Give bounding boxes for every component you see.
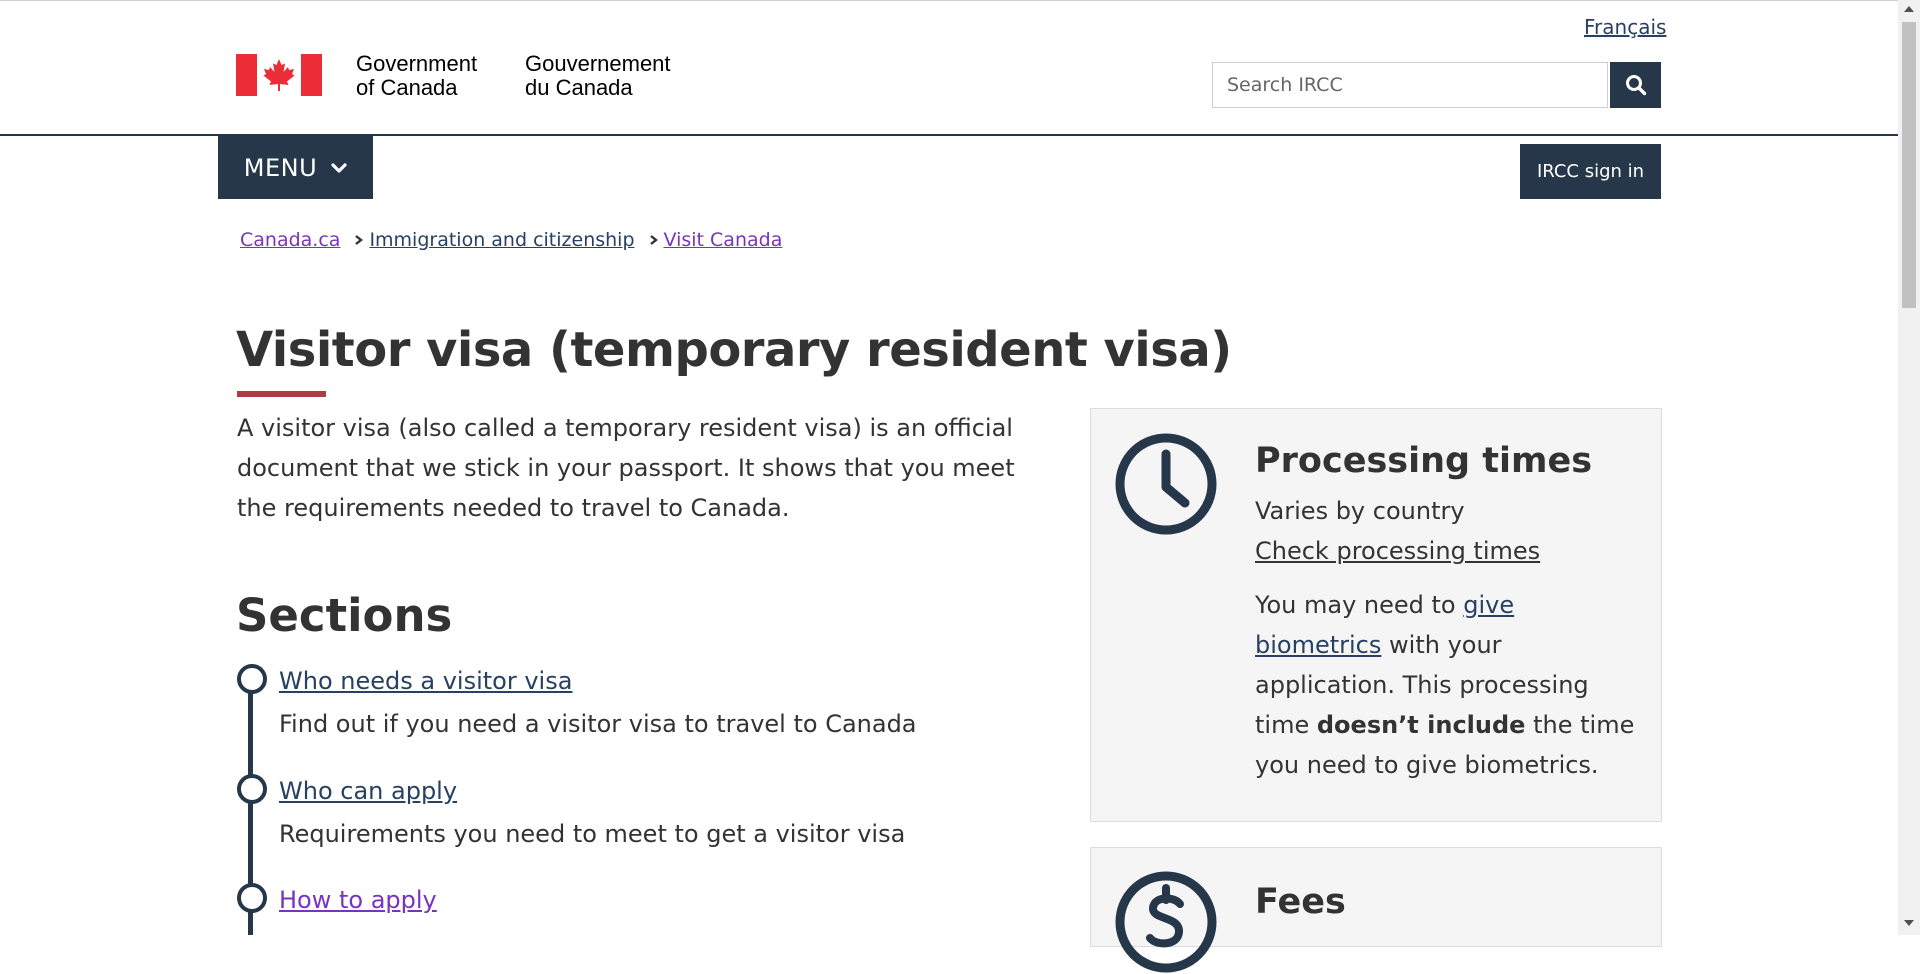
page-title: Visitor visa (temporary resident visa) bbox=[236, 322, 1232, 378]
section-link-how-to-apply[interactable]: How to apply bbox=[279, 886, 437, 914]
check-processing-times-link[interactable]: Check processing times bbox=[1255, 531, 1540, 571]
chevron-down-icon bbox=[331, 162, 347, 173]
scroll-up-arrow-icon[interactable] bbox=[1904, 6, 1914, 12]
signature-fr-line2: du Canada bbox=[525, 75, 633, 100]
timeline-node-icon bbox=[237, 883, 267, 913]
signature-fr-line1: Gouvernement bbox=[525, 51, 671, 76]
search-icon bbox=[1625, 75, 1646, 96]
signature-en-line1: Government bbox=[356, 51, 478, 76]
scrollbar-thumb[interactable] bbox=[1902, 22, 1916, 308]
ircc-sign-in-button[interactable]: IRCC sign in bbox=[1520, 144, 1661, 199]
breadcrumb: Canada.ca Immigration and citizenship Vi… bbox=[240, 229, 782, 251]
breadcrumb-link-immigration[interactable]: Immigration and citizenship bbox=[369, 229, 634, 251]
section-link-who-can-apply[interactable]: Who can apply bbox=[279, 777, 457, 805]
menu-button[interactable]: MENU bbox=[218, 136, 373, 199]
fees-title: Fees bbox=[1255, 882, 1346, 922]
biometrics-note-bold: doesn’t include bbox=[1316, 711, 1526, 739]
search-input[interactable] bbox=[1212, 62, 1608, 108]
breadcrumb-link-visit-canada[interactable]: Visit Canada bbox=[664, 229, 783, 251]
government-signature-french: Gouvernement du Canada bbox=[525, 52, 671, 100]
chevron-right-icon bbox=[354, 234, 364, 246]
processing-times-title: Processing times bbox=[1255, 441, 1593, 481]
page-scrollbar[interactable] bbox=[1898, 0, 1920, 935]
window-top-border bbox=[0, 0, 1898, 1]
biometrics-note: You may need to give biometrics with you… bbox=[1255, 585, 1645, 785]
sections-heading: Sections bbox=[236, 589, 453, 642]
biometrics-note-prefix: You may need to bbox=[1255, 591, 1456, 619]
search-button[interactable] bbox=[1610, 62, 1661, 108]
scroll-down-arrow-icon[interactable] bbox=[1904, 920, 1914, 926]
canada-flag-icon[interactable] bbox=[236, 54, 322, 96]
processing-times-panel: Processing times Varies by country Check… bbox=[1090, 408, 1662, 822]
section-link-who-needs[interactable]: Who needs a visitor visa bbox=[279, 667, 572, 695]
processing-varies-text: Varies by country bbox=[1255, 497, 1465, 525]
menu-button-label: MENU bbox=[243, 153, 318, 182]
breadcrumb-link-canada[interactable]: Canada.ca bbox=[240, 229, 340, 251]
chevron-right-icon bbox=[649, 234, 658, 246]
section-description: Find out if you need a visitor visa to t… bbox=[279, 710, 917, 738]
timeline-node-icon bbox=[237, 664, 267, 694]
section-description: Requirements you need to meet to get a v… bbox=[279, 820, 906, 848]
title-underline-accent bbox=[237, 391, 326, 397]
language-toggle-link[interactable]: Français bbox=[1584, 15, 1666, 39]
clock-icon bbox=[1115, 433, 1217, 535]
intro-paragraph: A visitor visa (also called a temporary … bbox=[237, 414, 1015, 522]
timeline-node-icon bbox=[237, 774, 267, 804]
government-signature-english: Government of Canada bbox=[356, 52, 477, 100]
dollar-icon bbox=[1115, 871, 1217, 973]
fees-panel: Fees bbox=[1090, 847, 1662, 973]
signature-en-line2: of Canada bbox=[356, 75, 458, 100]
